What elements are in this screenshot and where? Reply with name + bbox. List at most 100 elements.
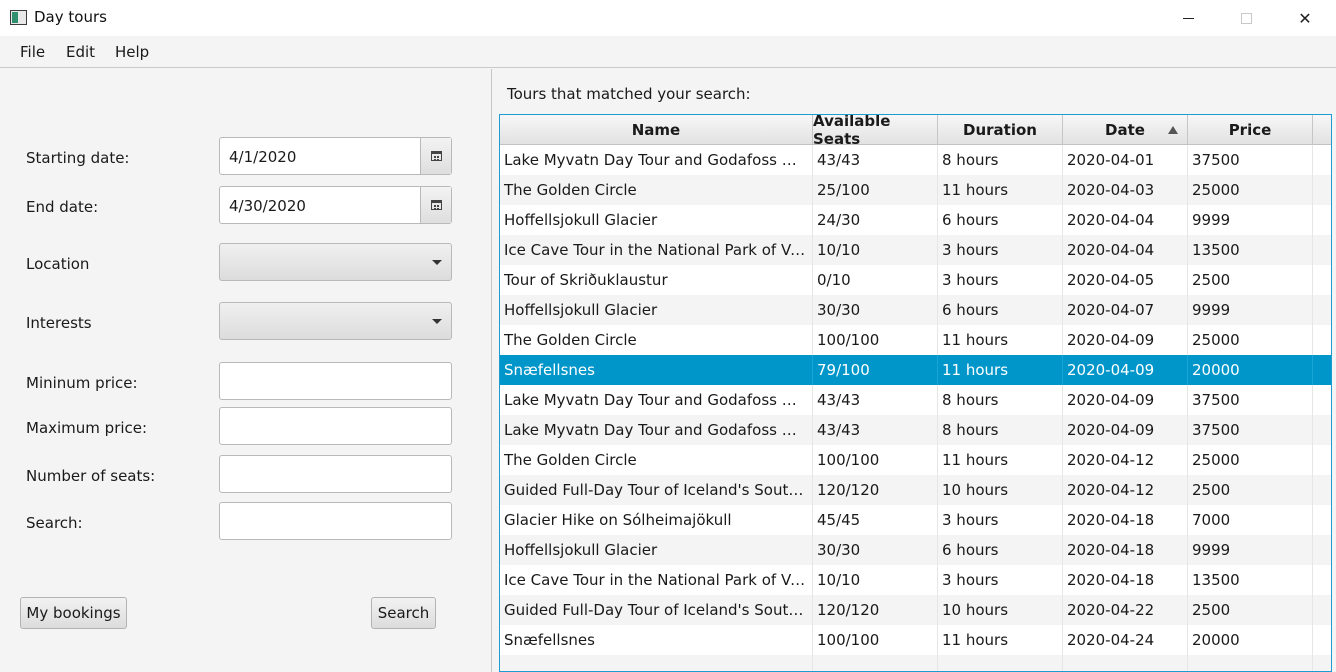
cell-duration: 6 hours (938, 295, 1063, 325)
cell-duration: 11 hours (938, 445, 1063, 475)
table-row[interactable]: Snæfellsnes 100/100 11 hours 2020-04-24 2000… (500, 625, 1331, 655)
cell-date: 2020-04-24 (1063, 625, 1188, 655)
cell-name: Ice Cave Tour in the National Park of Va… (500, 565, 813, 595)
cell-date: 2020-04-03 (1063, 175, 1188, 205)
table-row[interactable]: The Golden Circle 25/100 11 hours 2020-04-0… (500, 175, 1331, 205)
column-header-name[interactable]: Name (500, 115, 813, 145)
table-row[interactable]: Lake Myvatn Day Tour and Godafoss Waterf… (500, 415, 1331, 445)
cell-name: Tour of Skriðuklaustur (500, 265, 813, 295)
cell-name: Guided Full-Day Tour of Iceland's South … (500, 595, 813, 625)
cell-date: 2020-04-09 (1063, 415, 1188, 445)
cell-available-seats: 24/30 (813, 205, 938, 235)
cell-price: 7000 (1188, 505, 1313, 535)
table-header: Name Available Seats Duration Date Price (500, 115, 1331, 148)
cell-name: Snæfellsnes (500, 355, 813, 385)
table-row[interactable]: Lake Myvatn Day Tour and Godafoss Waterf… (500, 385, 1331, 415)
interests-dropdown[interactable] (219, 302, 452, 340)
close-button[interactable]: ✕ (1276, 0, 1334, 36)
cell-name: Glacier Hike on Sólheimajökull (500, 505, 813, 535)
starting-date-input[interactable]: 4/1/2020 (220, 138, 420, 174)
cell-date: 2020-04-07 (1063, 295, 1188, 325)
cell-available-seats: 100/100 (813, 625, 938, 655)
max-price-input[interactable] (219, 407, 452, 445)
cell-available-seats: 100/100 (813, 445, 938, 475)
menu-file[interactable]: File (20, 43, 45, 61)
cell-available-seats: 25/100 (813, 175, 938, 205)
cell-price: 25000 (1188, 445, 1313, 475)
cell-name: Lake Myvatn Day Tour and Godafoss Waterf… (500, 415, 813, 445)
table-row[interactable]: Guided Full-Day Tour of Iceland's South … (500, 595, 1331, 625)
end-date-picker[interactable]: 4/30/2020 (219, 186, 452, 224)
cell-name: Snæfellsnes (500, 625, 813, 655)
cell-available-seats: 43/43 (813, 415, 938, 445)
cell-filler (1313, 655, 1331, 671)
table-row[interactable]: Lake Myvatn Day Tour and Godafoss Waterf… (500, 145, 1331, 175)
starting-date-picker[interactable]: 4/1/2020 (219, 137, 452, 175)
my-bookings-button[interactable]: My bookings (20, 597, 127, 629)
table-row[interactable]: Snæfellsnes 79/100 11 hours 2020-04-09 20000 (500, 355, 1331, 385)
table-row[interactable]: Glacier Hike on Sólheimajökull 45/45 3 hou… (500, 505, 1331, 535)
cell-date: 2020-04-09 (1063, 385, 1188, 415)
end-date-calendar-button[interactable] (420, 187, 451, 223)
minimize-icon (1182, 17, 1194, 19)
cell-filler (1313, 265, 1331, 295)
minimize-button[interactable] (1159, 0, 1217, 36)
column-header-available-seats[interactable]: Available Seats (813, 115, 938, 148)
table-row[interactable]: Hoffellsjokull Glacier 30/30 6 hours 2020-0… (500, 535, 1331, 565)
cell-filler (1313, 295, 1331, 325)
cell-name: Lake Myvatn Day Tour and Godafoss Waterf… (500, 145, 813, 175)
cell-available-seats (813, 655, 938, 671)
column-header-date[interactable]: Date (1063, 115, 1188, 145)
results-table[interactable]: Name Available Seats Duration Date Price… (499, 114, 1332, 672)
table-row[interactable]: Ice Cave Tour in the National Park of Va… (500, 235, 1331, 265)
cell-name: Guided Full-Day Tour of Iceland's South … (500, 475, 813, 505)
cell-name: Hoffellsjokull Glacier (500, 205, 813, 235)
menu-help[interactable]: Help (115, 43, 149, 61)
cell-name: Lake Myvatn Day Tour and Godafoss Waterf… (500, 385, 813, 415)
cell-filler (1313, 475, 1331, 505)
cell-available-seats: 43/43 (813, 145, 938, 175)
table-row[interactable]: The Golden Circle 100/100 11 hours 2020-04-… (500, 445, 1331, 475)
cell-date: 2020-04-05 (1063, 265, 1188, 295)
search-input[interactable] (219, 502, 452, 540)
cell-name: The Golden Circle (500, 175, 813, 205)
maximize-button[interactable] (1217, 0, 1275, 36)
cell-date: 2020-04-18 (1063, 505, 1188, 535)
cell-duration: 11 hours (938, 355, 1063, 385)
table-row[interactable]: Guided Full-Day Tour of Iceland's South … (500, 475, 1331, 505)
end-date-input[interactable]: 4/30/2020 (220, 187, 420, 223)
seats-input[interactable] (219, 455, 452, 493)
location-dropdown[interactable] (219, 243, 452, 281)
cell-name: The Golden Circle (500, 445, 813, 475)
cell-filler (1313, 535, 1331, 565)
cell-date: 2020-04-09 (1063, 355, 1188, 385)
table-row[interactable]: The Golden Circle 100/100 11 hours 2020-04-… (500, 325, 1331, 355)
search-panel: Starting date: 4/1/2020 End date: 4/30/2… (0, 69, 492, 672)
table-row[interactable] (500, 655, 1331, 671)
cell-available-seats: 10/10 (813, 235, 938, 265)
search-button[interactable]: Search (371, 597, 436, 629)
cell-name: Hoffellsjokull Glacier (500, 535, 813, 565)
cell-available-seats: 0/10 (813, 265, 938, 295)
cell-name: Hoffellsjokull Glacier (500, 295, 813, 325)
cell-price: 2500 (1188, 265, 1313, 295)
cell-date: 2020-04-01 (1063, 145, 1188, 175)
menu-edit[interactable]: Edit (66, 43, 95, 61)
cell-price (1188, 655, 1313, 671)
table-row[interactable]: Hoffellsjokull Glacier 24/30 6 hours 2020-0… (500, 205, 1331, 235)
menu-bar: File Edit Help (0, 36, 1336, 68)
results-label: Tours that matched your search: (507, 85, 751, 103)
table-row[interactable]: Hoffellsjokull Glacier 30/30 6 hours 2020-0… (500, 295, 1331, 325)
table-row[interactable]: Tour of Skriðuklaustur 0/10 3 hours 2020-04… (500, 265, 1331, 295)
min-price-input[interactable] (219, 362, 452, 400)
cell-filler (1313, 445, 1331, 475)
cell-price: 9999 (1188, 535, 1313, 565)
column-header-price[interactable]: Price (1188, 115, 1313, 145)
cell-filler (1313, 625, 1331, 655)
starting-date-calendar-button[interactable] (420, 138, 451, 174)
table-row[interactable]: Ice Cave Tour in the National Park of Va… (500, 565, 1331, 595)
cell-available-seats: 43/43 (813, 385, 938, 415)
results-panel: Tours that matched your search: Name Ava… (493, 69, 1336, 672)
column-header-duration[interactable]: Duration (938, 115, 1063, 145)
cell-duration (938, 655, 1063, 671)
